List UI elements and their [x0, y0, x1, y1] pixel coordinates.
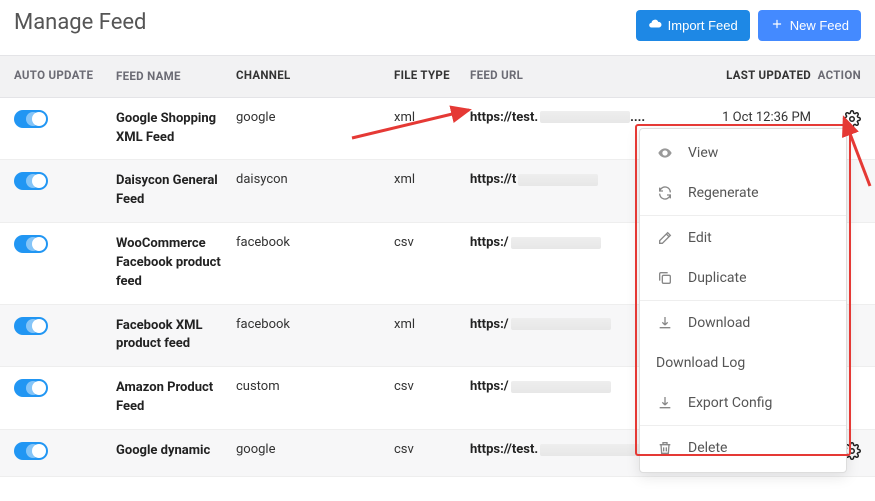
feed-type: csv — [394, 442, 470, 457]
action-menu: View Regenerate Edit Duplicate Download … — [639, 128, 847, 473]
eye-icon — [656, 145, 674, 161]
cloud-download-icon — [648, 17, 662, 34]
duplicate-icon — [656, 270, 674, 286]
feed-name[interactable]: Facebook XML product feed — [116, 317, 236, 355]
feed-channel: google — [236, 442, 394, 457]
feed-name[interactable]: Daisycon General Feed — [116, 172, 236, 210]
menu-download[interactable]: Download — [640, 303, 846, 343]
plus-icon — [770, 17, 784, 34]
trash-icon — [656, 440, 674, 456]
feed-name[interactable]: Google dynamic — [116, 442, 236, 461]
feed-type: xml — [394, 110, 470, 125]
feed-channel: daisycon — [236, 172, 394, 187]
menu-edit[interactable]: Edit — [640, 218, 846, 258]
feed-channel: facebook — [236, 235, 394, 250]
menu-view[interactable]: View — [640, 133, 846, 173]
auto-update-toggle[interactable] — [14, 110, 48, 128]
menu-download-log[interactable]: Download Log — [640, 343, 846, 383]
feed-type: csv — [394, 379, 470, 394]
menu-duplicate[interactable]: Duplicate — [640, 258, 846, 298]
feed-type: xml — [394, 172, 470, 187]
import-feed-label: Import Feed — [668, 18, 738, 33]
col-header-action: ACTION — [817, 68, 861, 85]
new-feed-label: New Feed — [790, 18, 849, 33]
auto-update-toggle[interactable] — [14, 442, 48, 460]
download-icon — [656, 315, 674, 331]
download-icon — [656, 395, 674, 411]
menu-export-config[interactable]: Export Config — [640, 383, 846, 423]
feed-channel: google — [236, 110, 394, 125]
feed-updated: 1 Oct 12:36 PM — [695, 110, 817, 125]
feed-channel: custom — [236, 379, 394, 394]
refresh-icon — [656, 185, 674, 201]
feed-name[interactable]: Google Shopping XML Feed — [116, 110, 236, 148]
row-action-button[interactable] — [843, 110, 861, 131]
feed-name[interactable]: Amazon Product Feed — [116, 379, 236, 417]
feed-channel: facebook — [236, 317, 394, 332]
feed-type: csv — [394, 235, 470, 250]
table-header: AUTO UPDATE FEED NAME CHANNEL FILE TYPE … — [0, 55, 875, 98]
col-header-auto[interactable]: AUTO UPDATE — [14, 68, 116, 85]
col-header-type[interactable]: FILE TYPE — [394, 68, 470, 85]
col-header-name[interactable]: FEED NAME — [116, 68, 236, 85]
feed-url[interactable]: https://test..... — [470, 110, 695, 125]
menu-regenerate[interactable]: Regenerate — [640, 173, 846, 213]
feed-name[interactable]: WooCommerce Facebook product feed — [116, 235, 236, 292]
page-title: Manage Feed — [14, 10, 146, 35]
auto-update-toggle[interactable] — [14, 235, 48, 253]
import-feed-button[interactable]: Import Feed — [636, 10, 750, 41]
menu-delete[interactable]: Delete — [640, 428, 846, 468]
col-header-updated[interactable]: LAST UPDATED — [695, 68, 817, 85]
auto-update-toggle[interactable] — [14, 172, 48, 190]
auto-update-toggle[interactable] — [14, 379, 48, 397]
auto-update-toggle[interactable] — [14, 317, 48, 335]
edit-icon — [656, 230, 674, 246]
new-feed-button[interactable]: New Feed — [758, 10, 861, 41]
feed-type: xml — [394, 317, 470, 332]
col-header-url[interactable]: FEED URL — [470, 68, 695, 85]
col-header-channel[interactable]: CHANNEL — [236, 68, 394, 85]
